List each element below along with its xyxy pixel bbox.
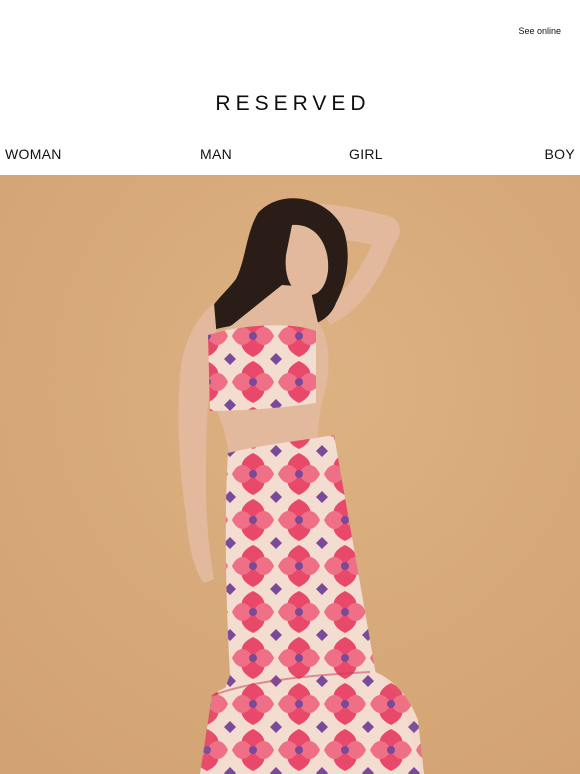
hero-illustration: [0, 175, 580, 774]
nav-item-man[interactable]: MAN: [200, 146, 232, 162]
see-online-link[interactable]: See online: [518, 26, 561, 36]
nav-item-woman[interactable]: WOMAN: [5, 146, 62, 162]
nav-item-girl[interactable]: GIRL: [349, 146, 383, 162]
crop-top: [208, 325, 316, 411]
main-nav: WOMAN MAN GIRL BOY: [0, 146, 580, 166]
hero-image[interactable]: [0, 175, 580, 774]
nav-item-boy[interactable]: BOY: [545, 146, 575, 162]
brand-logo[interactable]: RESERVED: [0, 92, 580, 116]
